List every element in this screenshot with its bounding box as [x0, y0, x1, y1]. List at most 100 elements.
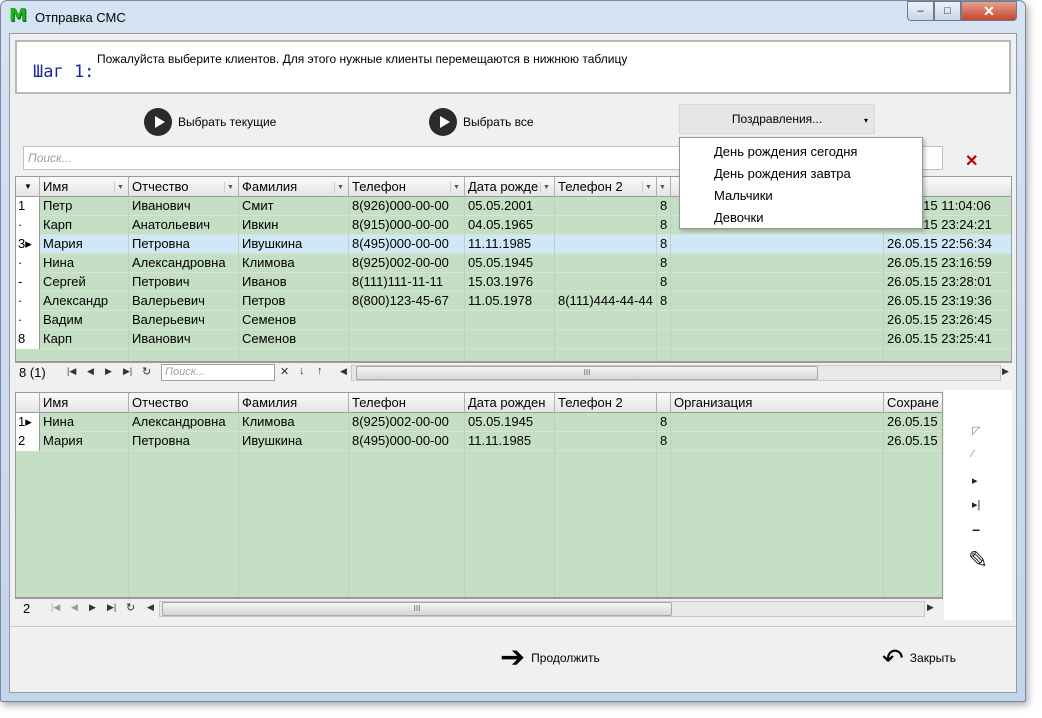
close-window-button[interactable]: ✕	[961, 1, 1017, 21]
table-cell[interactable]: 8	[657, 197, 671, 216]
table-cell[interactable]	[657, 311, 671, 330]
row-indicator[interactable]: 2	[16, 432, 40, 451]
last-record-icon[interactable]: ▶|	[107, 602, 116, 613]
table-cell[interactable]	[555, 254, 657, 273]
scroll-right-icon[interactable]: ▶	[927, 602, 934, 613]
table-cell[interactable]: 8	[657, 216, 671, 235]
table-cell[interactable]: Нина	[40, 413, 129, 432]
first-icon[interactable]: ◸	[972, 424, 980, 437]
table-cell[interactable]: 8(925)002-00-00	[349, 254, 465, 273]
row-indicator[interactable]: ·	[16, 254, 40, 273]
table-cell[interactable]	[349, 330, 465, 349]
refresh-icon[interactable]: ↻	[142, 365, 151, 378]
table-cell[interactable]: Семенов	[239, 311, 349, 330]
table-row[interactable]: · Нина Александровна Климова 8(925)002-00-00…	[16, 254, 1011, 273]
continue-button[interactable]: ➔ Продолжить	[500, 643, 600, 673]
table-cell[interactable]: Валерьевич	[129, 311, 239, 330]
prev-icon[interactable]: ⁄	[972, 448, 974, 460]
table-cell[interactable]	[657, 330, 671, 349]
next-record-icon[interactable]: ▶	[105, 366, 112, 377]
table-cell[interactable]: 8(800)123-45-67	[349, 292, 465, 311]
table-cell[interactable]: 26.05.15 23:28:01	[884, 273, 1011, 292]
table-cell[interactable]: 11.11.1985	[465, 235, 555, 254]
table-cell[interactable]: 8(495)000-00-00	[349, 432, 465, 451]
filter-dropdown-icon[interactable]: ▼	[540, 182, 552, 193]
column-header[interactable]: Телефон	[349, 393, 465, 413]
table-cell[interactable]: 8	[657, 432, 671, 451]
selected-clients-table[interactable]: Имя Отчество Фамилия Телефон Дата рожден Теле…	[15, 392, 943, 598]
table-cell[interactable]	[555, 432, 657, 451]
nav-search-input[interactable]: Поиск...	[161, 364, 275, 381]
filter-dropdown-icon[interactable]: ▼	[642, 182, 654, 193]
table-cell[interactable]: Мария	[40, 432, 129, 451]
table-row[interactable]: 2 Мария Петровна Ивушкина 8(495)000-00-00 11.…	[16, 432, 942, 451]
table-cell[interactable]: Петровна	[129, 432, 239, 451]
select-current-button[interactable]: Выбрать текущие	[144, 108, 276, 136]
table-cell[interactable]	[671, 292, 884, 311]
last-record-icon[interactable]: ▶|	[123, 366, 132, 377]
menu-item-girls[interactable]: Девочки	[680, 207, 922, 229]
scroll-left-icon[interactable]: ◀	[340, 366, 347, 377]
table-cell[interactable]: Иванов	[239, 273, 349, 292]
table-cell[interactable]: Александровна	[129, 254, 239, 273]
horizontal-scrollbar[interactable]: III	[159, 601, 925, 617]
menu-item-birthday-today[interactable]: День рождения сегодня	[680, 141, 922, 163]
scroll-left-icon[interactable]: ◀	[147, 602, 154, 613]
table-cell[interactable]	[671, 432, 884, 451]
column-header[interactable]: Фамилия	[239, 393, 349, 413]
table-cell[interactable]	[349, 311, 465, 330]
column-header[interactable]: Сохране	[884, 393, 942, 413]
arrow-up-icon[interactable]: ↑	[317, 365, 323, 377]
table-cell[interactable]	[671, 330, 884, 349]
table-cell[interactable]	[555, 330, 657, 349]
menu-item-birthday-tomorrow[interactable]: День рождения завтра	[680, 163, 922, 185]
table-cell[interactable]	[555, 197, 657, 216]
table-cell[interactable]: Климова	[239, 413, 349, 432]
table-cell[interactable]: Мария	[40, 235, 129, 254]
table-cell[interactable]: 8(495)000-00-00	[349, 235, 465, 254]
edit-icon[interactable]: ✎	[968, 546, 988, 575]
minimize-button[interactable]: –	[907, 1, 934, 21]
table-cell[interactable]: 8	[657, 273, 671, 292]
row-indicator[interactable]: -	[16, 273, 40, 292]
table-cell[interactable]: 8	[657, 235, 671, 254]
table-cell[interactable]: Валерьевич	[129, 292, 239, 311]
table-cell[interactable]: 8(926)000-00-00	[349, 197, 465, 216]
horizontal-scrollbar[interactable]: III	[351, 365, 1001, 381]
maximize-button[interactable]: □	[934, 1, 961, 21]
table-cell[interactable]: Анатольевич	[129, 216, 239, 235]
table-cell[interactable]: 8(111)444-44-44	[555, 292, 657, 311]
table-row[interactable]: - Сергей Петрович Иванов 8(111)111-11-11 15.0…	[16, 273, 1011, 292]
table-cell[interactable]: 8	[657, 254, 671, 273]
column-header[interactable]: Телефон ▼	[349, 177, 465, 197]
column-header[interactable]: Отчество	[129, 393, 239, 413]
table-cell[interactable]: 15.03.1976	[465, 273, 555, 292]
last-icon[interactable]: ▸|	[972, 498, 980, 511]
table-cell[interactable]: 05.05.2001	[465, 197, 555, 216]
next-icon[interactable]: ▸	[972, 474, 978, 487]
delete-icon[interactable]: −	[972, 522, 980, 538]
table-cell[interactable]: Петр	[40, 197, 129, 216]
column-header[interactable]: ▼	[657, 177, 671, 197]
table-cell[interactable]: 26.05.15 23:26:45	[884, 311, 1011, 330]
row-indicator[interactable]: 3▸	[16, 235, 40, 254]
table-cell[interactable]	[671, 413, 884, 432]
table-cell[interactable]: Иванович	[129, 197, 239, 216]
filter-dropdown-icon[interactable]: ▼	[657, 182, 668, 193]
table-cell[interactable]: 26.05.15 23:25:41	[884, 330, 1011, 349]
table-cell[interactable]	[671, 311, 884, 330]
table-cell[interactable]	[555, 413, 657, 432]
row-indicator[interactable]: ·	[16, 216, 40, 235]
table-cell[interactable]: 8(925)002-00-00	[349, 413, 465, 432]
table-cell[interactable]: 26.05.15 23:19:36	[884, 292, 1011, 311]
table-cell[interactable]	[465, 311, 555, 330]
table-cell[interactable]	[671, 235, 884, 254]
table-row[interactable]: 3▸ Мария Петровна Ивушкина 8(495)000-00-00 11…	[16, 235, 1011, 254]
column-header[interactable]: Отчество ▼	[129, 177, 239, 197]
refresh-icon[interactable]: ↻	[126, 601, 135, 614]
row-indicator[interactable]: 1▸	[16, 413, 40, 432]
table-cell[interactable]: Иванович	[129, 330, 239, 349]
table-cell[interactable]: Александр	[40, 292, 129, 311]
filter-dropdown-icon[interactable]: ▼	[334, 182, 346, 193]
table-cell[interactable]: 8	[657, 292, 671, 311]
